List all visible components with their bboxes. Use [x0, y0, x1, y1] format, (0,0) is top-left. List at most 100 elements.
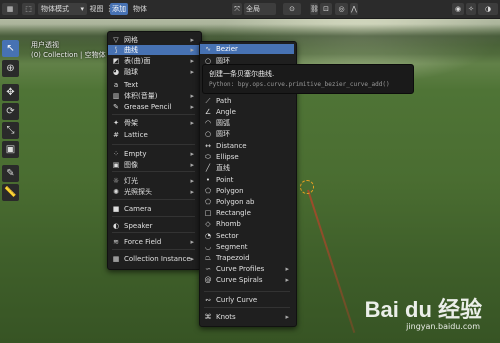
- menu-item-circle2[interactable]: ○ 圆环: [200, 129, 294, 139]
- menu-item-empty[interactable]: ⁘ Empty ▸: [108, 149, 199, 159]
- overlay-icon[interactable]: ◑: [478, 3, 498, 15]
- menu-item-lattice[interactable]: # Lattice: [108, 130, 199, 140]
- menu-item-light[interactable]: ☼ 灯光 ▸: [108, 176, 199, 186]
- transform-orientation-icon[interactable]: ⤧: [232, 3, 242, 15]
- text-icon: a: [113, 81, 119, 89]
- menu-item-label: 骨架: [124, 119, 138, 127]
- mode-dropdown[interactable]: 物体模式 ▾: [38, 3, 87, 15]
- menu-separator: [112, 249, 195, 250]
- scale-tool-icon[interactable]: ⤡: [2, 122, 19, 139]
- rotate-tool-icon[interactable]: ⟳: [2, 103, 19, 120]
- watermark-url: jingyan.baidu.com: [406, 322, 480, 331]
- menu-item-polygon[interactable]: ⬠ Polygon: [200, 186, 294, 196]
- menu-item-label: Speaker: [124, 222, 153, 230]
- lattice-icon: #: [113, 131, 119, 139]
- menu-item-sector[interactable]: ◔ Sector: [200, 231, 294, 241]
- menu-item-segment[interactable]: ◡ Segment: [200, 242, 294, 252]
- visibility-icon[interactable]: ◉: [452, 3, 464, 15]
- menu-item-camera[interactable]: ■ Camera: [108, 204, 199, 214]
- menu-item-knots[interactable]: ⌘ Knots ▸: [200, 312, 294, 322]
- menu-separator: [204, 307, 290, 308]
- menu-item-point[interactable]: • Point: [200, 175, 294, 185]
- menu-item-armature[interactable]: ✦ 骨架 ▸: [108, 118, 199, 128]
- menu-item-collection-instance[interactable]: ▦ Collection Instance ▸: [108, 254, 199, 264]
- gizmo-icon[interactable]: ✧: [466, 3, 476, 15]
- bezier-icon: ∿: [205, 45, 211, 53]
- menu-item-path[interactable]: ⟋ Path: [200, 96, 294, 106]
- menu-item-bezier[interactable]: ∿ Bezier: [200, 44, 294, 54]
- polygon-icon: ⬠: [204, 187, 212, 195]
- proportional-edit-icon[interactable]: ◎: [335, 3, 348, 15]
- select-box-icon[interactable]: ⬚: [22, 3, 35, 15]
- menu-item-rectangle[interactable]: □ Rectangle: [200, 208, 294, 218]
- menu-item-label: Force Field: [124, 238, 162, 246]
- menu-item-label: Lattice: [124, 131, 148, 139]
- menu-item-label: Trapezoid: [216, 254, 250, 262]
- snap-type-icon[interactable]: ⊡: [320, 3, 332, 15]
- annotate-tool-icon[interactable]: ✎: [2, 165, 19, 182]
- menu-item-trapezoid[interactable]: ⏢ Trapezoid: [200, 253, 294, 263]
- select-tool-icon[interactable]: ↖: [2, 40, 19, 57]
- menu-item-line[interactable]: ╱ 直线: [200, 163, 294, 173]
- chevron-right-icon: ▸: [285, 276, 289, 284]
- menu-item-label: Curly Curve: [216, 296, 258, 304]
- menu-item-image[interactable]: ▣ 图像 ▸: [108, 160, 199, 170]
- menu-view[interactable]: 视图: [88, 3, 105, 15]
- menu-item-ellipse[interactable]: ⬭ Ellipse: [200, 152, 294, 162]
- menu-item-polygon-ab[interactable]: ⬠ Polygon ab: [200, 197, 294, 207]
- curve-profiles-icon: ∽: [205, 265, 211, 273]
- tooltip: 创建一条贝塞尔曲线. Python: bpy.ops.curve.primiti…: [202, 64, 414, 94]
- menu-item-label: Grease Pencil: [124, 103, 172, 111]
- menu-object[interactable]: 物体: [131, 3, 149, 15]
- camera-icon: ■: [112, 205, 120, 213]
- measure-tool-icon[interactable]: 📏: [2, 184, 19, 201]
- orientation-dropdown[interactable]: 全局: [244, 3, 276, 15]
- menu-item-text[interactable]: a Text: [108, 80, 199, 90]
- viewport-header: ▦ ⬚ 物体模式▾ 视图 选择 添加 物体 ⤧ 全局 ⊙ ⛓ ⊡ ◎ ⋀ ◉ ✧…: [0, 0, 500, 19]
- menu-item-label: 曲线: [124, 46, 138, 54]
- falloff-icon[interactable]: ⋀: [350, 3, 358, 15]
- volume-icon: ▥: [112, 92, 120, 100]
- chevron-right-icon: ▸: [190, 36, 194, 44]
- baidu-watermark: Bai du 经验: [364, 297, 482, 322]
- menu-item-surface[interactable]: ◩ 表(曲)面 ▸: [108, 56, 199, 66]
- menu-item-curve-spirals[interactable]: @ Curve Spirals ▸: [200, 275, 294, 285]
- menu-item-force-field[interactable]: ≋ Force Field ▸: [108, 237, 199, 247]
- menu-item-label: 表(曲)面: [124, 57, 151, 65]
- menu-item-mesh[interactable]: ▽ 网格 ▸: [108, 35, 199, 45]
- menu-item-metaball[interactable]: ◕ 融球 ▸: [108, 67, 199, 77]
- menu-item-curve[interactable]: ⟆ 曲线 ▸: [108, 45, 199, 55]
- menu-item-angle[interactable]: ∠ Angle: [200, 107, 294, 117]
- pivot-point-icon[interactable]: ⊙: [283, 3, 301, 15]
- menu-item-light-probe[interactable]: ✺ 光照探头 ▸: [108, 187, 199, 197]
- cursor-tool-icon[interactable]: ⊕: [2, 60, 19, 77]
- menu-item-distance[interactable]: ↔ Distance: [200, 141, 294, 151]
- menu-item-arc[interactable]: ◠ 圆弧: [200, 118, 294, 128]
- chevron-right-icon: ▸: [190, 92, 194, 100]
- tooltip-title: 创建一条贝塞尔曲线.: [209, 70, 275, 78]
- menu-add[interactable]: 添加: [110, 3, 128, 15]
- menu-item-curve-profiles[interactable]: ∽ Curve Profiles ▸: [200, 264, 294, 274]
- menu-item-label: 融球: [124, 68, 138, 76]
- menu-item-label: Camera: [124, 205, 152, 213]
- menu-item-grease-pencil[interactable]: ✎ Grease Pencil ▸: [108, 102, 199, 112]
- transform-tool-icon[interactable]: ▣: [2, 141, 19, 158]
- menu-item-volume[interactable]: ▥ 体积(音量) ▸: [108, 91, 199, 101]
- chevron-right-icon: ▸: [190, 57, 194, 65]
- menu-item-label: Angle: [216, 108, 236, 116]
- menu-item-label: Polygon: [216, 187, 244, 195]
- trapezoid-icon: ⏢: [205, 254, 211, 262]
- snap-icon[interactable]: ⛓: [310, 3, 319, 15]
- menu-item-curly-curve[interactable]: ∾ Curly Curve: [200, 295, 294, 305]
- move-tool-icon[interactable]: ✥: [2, 84, 19, 101]
- menu-item-label: Curve Profiles: [216, 265, 265, 273]
- rectangle-icon: □: [204, 209, 212, 217]
- menu-item-label: 圆环: [216, 130, 230, 138]
- chevron-right-icon: ▸: [190, 103, 194, 111]
- view-name: 用户透视: [31, 41, 59, 49]
- editor-type-button[interactable]: ▦: [2, 3, 18, 15]
- sector-icon: ◔: [204, 232, 212, 240]
- menu-item-rhomb[interactable]: ◇ Rhomb: [200, 219, 294, 229]
- circle2-icon: ○: [204, 130, 212, 138]
- menu-item-speaker[interactable]: ◐ Speaker: [108, 221, 199, 231]
